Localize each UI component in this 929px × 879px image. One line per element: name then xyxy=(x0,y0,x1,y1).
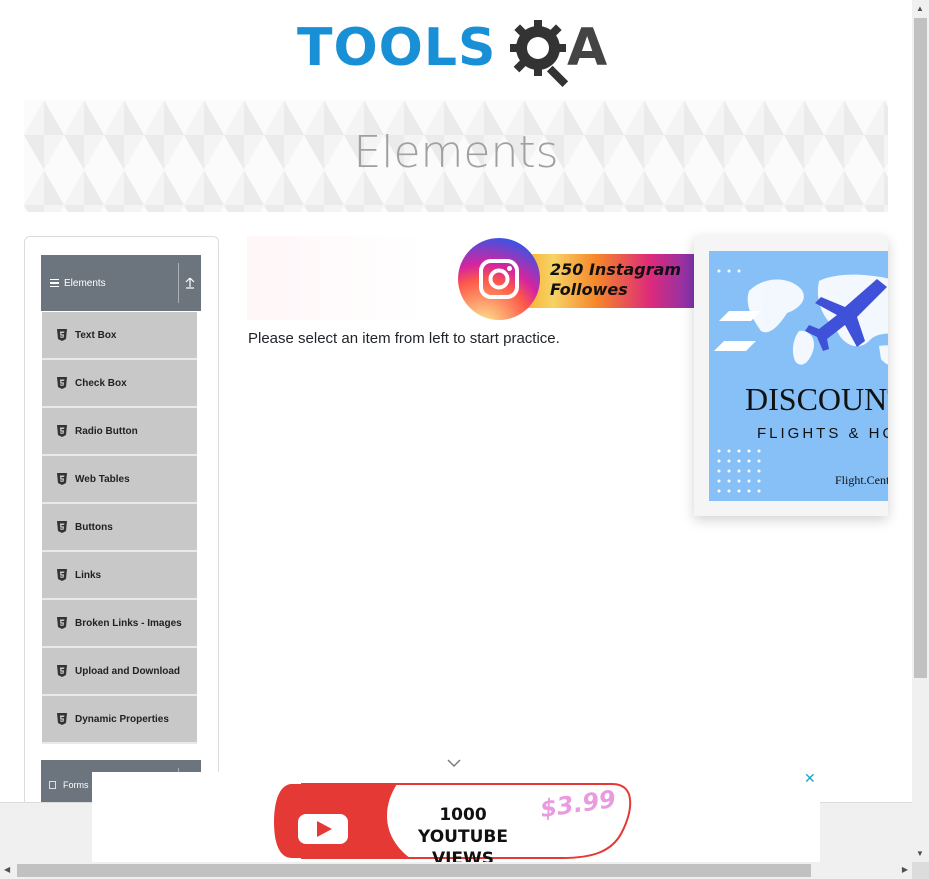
youtube-ad-line2: YOUTUBE VIEWS xyxy=(418,827,508,862)
menu-item-radio-button[interactable]: Radio Button xyxy=(42,408,197,456)
html5-icon xyxy=(57,425,67,437)
scroll-right-icon[interactable]: ▶ xyxy=(902,865,908,874)
menu-item-buttons[interactable]: Buttons xyxy=(42,504,197,552)
form-icon xyxy=(49,781,56,789)
menu-item-label: Broken Links - Images xyxy=(75,617,182,629)
html5-icon xyxy=(57,329,67,341)
page-title: Elements xyxy=(353,127,559,178)
html5-icon xyxy=(57,617,67,629)
menu-item-dynamic-properties[interactable]: Dynamic Properties xyxy=(42,696,197,744)
horizontal-scrollbar[interactable]: ◀ ▶ xyxy=(0,862,912,879)
menu-item-upload-download[interactable]: Upload and Download xyxy=(42,648,197,696)
left-panel: Elements Text Box Check Box Radio Button… xyxy=(24,236,219,817)
instagram-ad-line1: 250 Instagram xyxy=(550,260,682,279)
flight-ad-image: DISCOUNT FLIGHTS & HOT Flight.Center xyxy=(709,251,888,501)
world-map-plane-icon xyxy=(714,269,888,493)
menu-item-label: Upload and Download xyxy=(75,665,180,677)
menu-item-text-box[interactable]: Text Box xyxy=(42,312,197,360)
menu-item-label: Buttons xyxy=(75,521,113,533)
flight-ad-subline: FLIGHTS & HOT xyxy=(757,425,888,442)
collapse-arrow-icon[interactable] xyxy=(185,277,195,289)
youtube-ad[interactable]: 1000 YOUTUBE VIEWS $3.99 xyxy=(92,772,820,862)
horizontal-scroll-thumb[interactable] xyxy=(17,864,811,877)
instagram-ad-text: 250 Instagram Followes xyxy=(550,260,681,300)
group-label-elements: Elements xyxy=(64,277,106,289)
menu-item-web-tables[interactable]: Web Tables xyxy=(42,456,197,504)
instruction-text: Please select an item from left to start… xyxy=(248,330,560,347)
menu-item-label: Check Box xyxy=(75,377,127,389)
flight-ad[interactable]: DISCOUNT FLIGHTS & HOT Flight.Center xyxy=(694,236,888,516)
logo-a-letter: A xyxy=(567,18,608,78)
html5-icon xyxy=(57,521,67,533)
html5-icon xyxy=(57,377,67,389)
close-ad-icon[interactable]: ✕ xyxy=(804,772,818,786)
html5-icon xyxy=(57,665,67,677)
menu-item-label: Web Tables xyxy=(75,473,130,485)
instagram-icon xyxy=(479,259,519,299)
group-divider xyxy=(178,263,179,303)
youtube-ad-line1: 1000 xyxy=(439,805,487,825)
menu-item-label: Dynamic Properties xyxy=(75,713,169,725)
youtube-ad-text: 1000 YOUTUBE VIEWS xyxy=(408,804,518,862)
menu-item-label: Text Box xyxy=(75,329,117,341)
flight-ad-brand: Flight.Center xyxy=(835,473,888,487)
vertical-scroll-thumb[interactable] xyxy=(914,18,927,678)
group-header-elements[interactable]: Elements xyxy=(41,255,201,311)
html5-icon xyxy=(57,569,67,581)
toolsqa-logo[interactable]: TOOLS A xyxy=(297,14,622,90)
menu-icon xyxy=(50,278,59,288)
page-header-banner: Elements xyxy=(24,100,888,212)
chevron-down-icon[interactable] xyxy=(446,758,462,768)
instagram-ad-line2: Followes xyxy=(550,280,628,299)
logo-tools-text: TOOLS xyxy=(297,18,497,78)
scroll-up-icon[interactable]: ▲ xyxy=(916,4,924,13)
instagram-ad[interactable]: 250 Instagram Followes xyxy=(458,238,694,320)
flight-ad-headline: DISCOUNT xyxy=(745,381,888,417)
scroll-down-icon[interactable]: ▼ xyxy=(916,849,924,858)
scroll-left-icon[interactable]: ◀ xyxy=(4,865,10,874)
menu-item-check-box[interactable]: Check Box xyxy=(42,360,197,408)
scrollbar-corner xyxy=(912,862,929,879)
html5-icon xyxy=(57,473,67,485)
menu-item-links[interactable]: Links xyxy=(42,552,197,600)
menu-item-label: Links xyxy=(75,569,102,581)
group-label-forms: Forms xyxy=(63,780,89,790)
menu-item-broken-links[interactable]: Broken Links - Images xyxy=(42,600,197,648)
html5-icon xyxy=(57,713,67,725)
vertical-scrollbar[interactable]: ▲ ▼ xyxy=(912,0,929,862)
menu-item-label: Radio Button xyxy=(75,425,138,437)
